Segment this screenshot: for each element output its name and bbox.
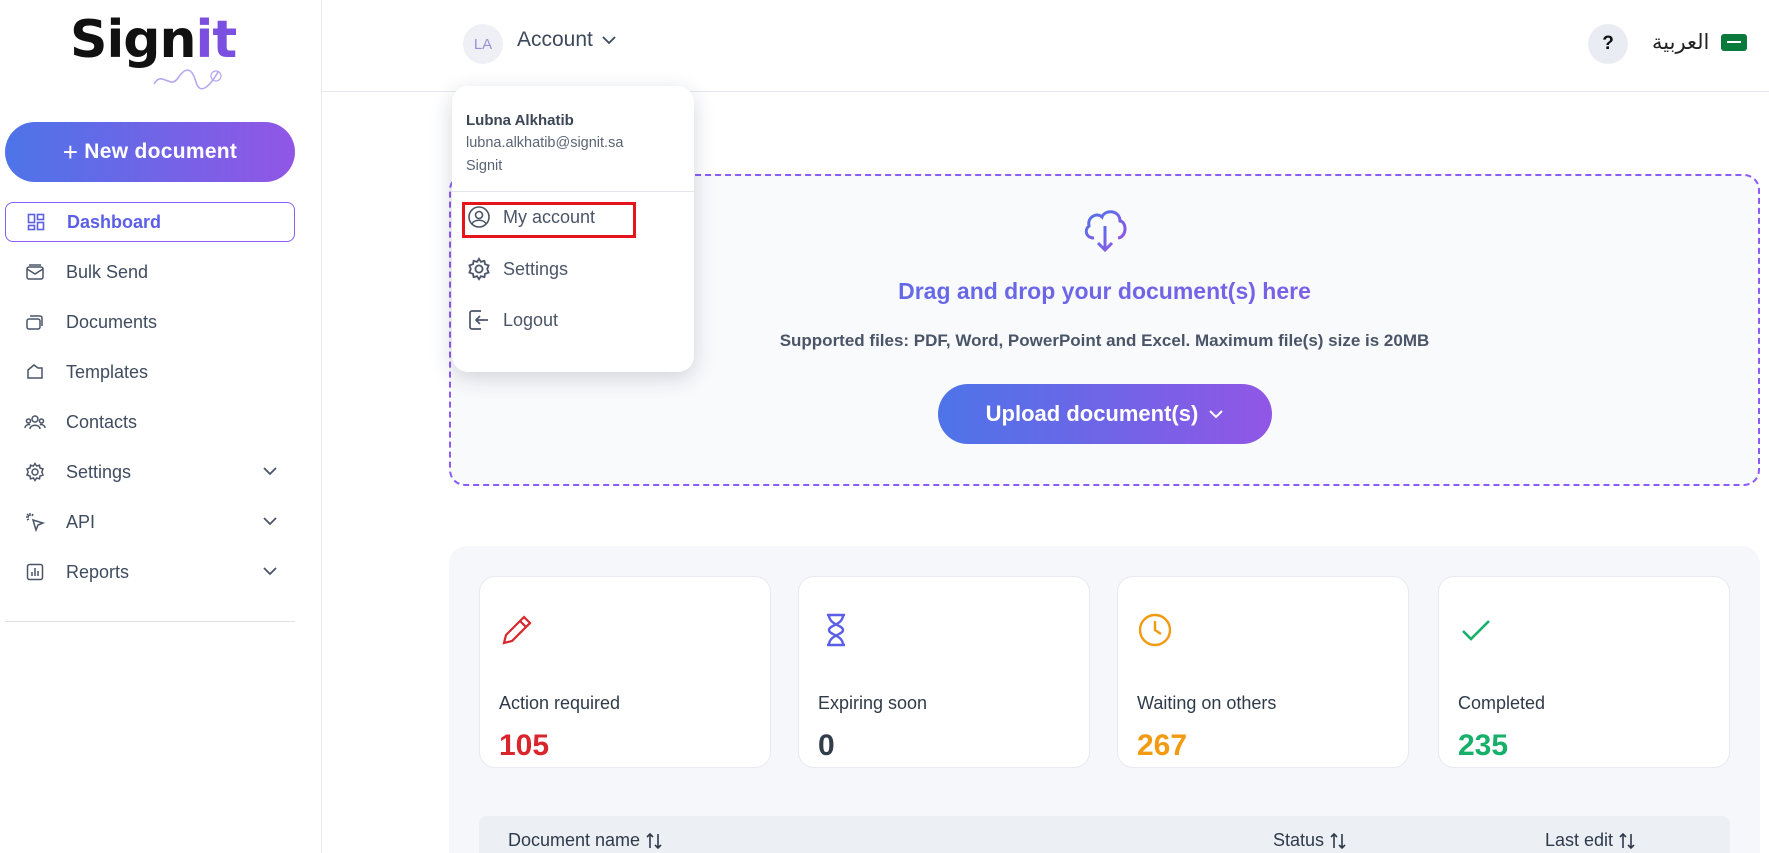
signit-logo[interactable]: Signit xyxy=(70,14,237,94)
stat-card-waiting-on-others[interactable]: Waiting on others 267 xyxy=(1117,576,1409,768)
logo-text-main: Sign xyxy=(70,10,197,70)
saudi-flag-icon xyxy=(1721,33,1748,51)
upload-label: Upload document(s) xyxy=(985,401,1199,426)
user-name: Lubna Alkhatib xyxy=(466,112,574,129)
menu-item-label: Logout xyxy=(503,309,559,330)
bar-chart-icon xyxy=(24,561,46,583)
stat-value: 105 xyxy=(499,729,550,762)
dashboard-icon xyxy=(25,211,47,233)
sidebar-item-label: Contacts xyxy=(66,411,138,432)
sidebar-item-api[interactable]: API xyxy=(5,502,295,542)
pencil-icon xyxy=(502,615,532,645)
cursor-click-icon xyxy=(24,511,46,533)
stat-label: Completed xyxy=(1458,693,1546,713)
app-root: Signit + New document Dashboard Bulk Sen… xyxy=(0,0,1769,853)
stat-value: 0 xyxy=(818,729,835,762)
new-document-label: New document xyxy=(84,140,238,163)
sidebar-nav: Dashboard Bulk Send Documents Templates xyxy=(5,202,295,602)
chevron-down-icon xyxy=(1209,410,1224,419)
sidebar-item-contacts[interactable]: Contacts xyxy=(5,402,295,442)
menu-divider xyxy=(452,191,694,192)
account-label: Account xyxy=(517,28,593,51)
stats-panel: Action required 105 Expiring soon 0 Wait… xyxy=(449,546,1760,853)
logo-signature-icon xyxy=(153,69,222,90)
sidebar-item-label: Documents xyxy=(66,311,158,332)
column-header-last-edit[interactable]: Last edit xyxy=(1545,830,1636,851)
gear-icon xyxy=(466,256,492,282)
chevron-down-icon xyxy=(602,36,616,45)
sidebar-item-documents[interactable]: Documents xyxy=(5,302,295,342)
stat-value: 267 xyxy=(1137,729,1188,762)
user-email: lubna.alkhatib@signit.sa xyxy=(466,135,624,151)
sort-icon xyxy=(1330,832,1346,849)
check-icon xyxy=(1462,620,1490,641)
sidebar-item-dashboard[interactable]: Dashboard xyxy=(5,202,295,242)
sidebar-item-label: Bulk Send xyxy=(66,261,149,282)
chevron-down-icon xyxy=(263,567,277,576)
sidebar-item-label: Reports xyxy=(66,561,130,582)
column-header-label: Document name xyxy=(508,830,641,850)
sidebar-item-settings[interactable]: Settings xyxy=(5,452,295,492)
documents-table-header: Document name Status Last edit xyxy=(479,816,1730,853)
menu-item-my-account[interactable]: My account xyxy=(466,202,595,232)
stat-label: Waiting on others xyxy=(1137,693,1277,713)
hourglass-icon xyxy=(827,613,845,647)
stat-label: Expiring soon xyxy=(818,693,928,713)
template-icon xyxy=(24,361,46,383)
stat-value: 235 xyxy=(1458,729,1509,762)
language-switch[interactable]: العربية xyxy=(1652,30,1748,54)
user-organization: Signit xyxy=(466,158,503,174)
documents-icon xyxy=(24,311,46,333)
user-circle-icon xyxy=(466,204,492,230)
clock-icon xyxy=(1138,613,1172,647)
cloud-download-icon xyxy=(1084,210,1127,253)
gear-icon xyxy=(24,461,46,483)
menu-item-logout[interactable]: Logout xyxy=(466,305,558,335)
column-header-label: Last edit xyxy=(1545,830,1614,850)
mail-stack-icon xyxy=(24,261,46,283)
stat-label: Action required xyxy=(499,693,621,713)
column-header-status[interactable]: Status xyxy=(1273,830,1347,851)
account-dropdown-menu: Lubna Alkhatib lubna.alkhatib@signit.sa … xyxy=(452,86,694,372)
new-document-button[interactable]: + New document xyxy=(5,122,295,182)
chevron-down-icon xyxy=(263,517,277,526)
sidebar-item-label: API xyxy=(66,511,96,532)
sort-icon xyxy=(1619,832,1635,849)
language-label: العربية xyxy=(1652,30,1710,54)
sidebar-item-reports[interactable]: Reports xyxy=(5,552,295,592)
avatar[interactable]: LA xyxy=(463,24,503,64)
sidebar-item-templates[interactable]: Templates xyxy=(5,352,295,392)
top-header: LA Account ? العربية xyxy=(322,0,1769,92)
sidebar-item-label: Dashboard xyxy=(67,211,162,232)
menu-item-label: My account xyxy=(503,206,596,227)
sort-icon xyxy=(646,832,662,849)
sidebar-item-bulk-send[interactable]: Bulk Send xyxy=(5,252,295,292)
contacts-icon xyxy=(24,411,46,433)
menu-item-label: Settings xyxy=(503,258,569,279)
account-menu-button[interactable]: Account xyxy=(517,28,617,52)
column-header-document-name[interactable]: Document name xyxy=(508,830,663,851)
sidebar-item-label: Settings xyxy=(66,461,132,482)
chevron-down-icon xyxy=(263,467,277,476)
stat-card-action-required[interactable]: Action required 105 xyxy=(479,576,771,768)
plus-icon: + xyxy=(62,136,79,167)
sidebar: Signit + New document Dashboard Bulk Sen… xyxy=(0,0,322,853)
stat-card-completed[interactable]: Completed 235 xyxy=(1438,576,1730,768)
stat-card-expiring-soon[interactable]: Expiring soon 0 xyxy=(798,576,1090,768)
upload-document-button[interactable]: Upload document(s) xyxy=(938,384,1272,444)
column-header-label: Status xyxy=(1273,830,1325,850)
sidebar-divider xyxy=(5,621,295,622)
menu-item-settings[interactable]: Settings xyxy=(466,254,568,284)
logo-text-accent: it xyxy=(195,10,238,70)
logout-icon xyxy=(466,307,492,333)
sidebar-item-label: Templates xyxy=(66,361,149,382)
help-button[interactable]: ? xyxy=(1588,24,1628,64)
